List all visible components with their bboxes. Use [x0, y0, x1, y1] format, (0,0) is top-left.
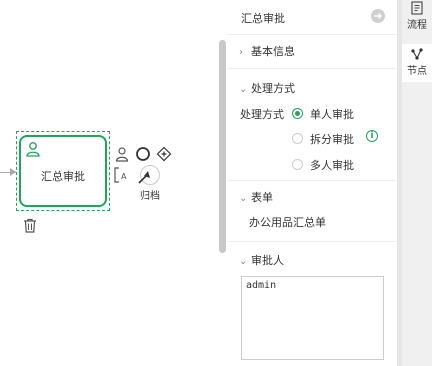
user-icon	[26, 142, 40, 157]
approver-textarea[interactable]: admin	[241, 276, 384, 360]
divider	[227, 180, 397, 181]
properties-panel: 汇总审批 › 基本信息 ⌄ 处理方式 处理方式 单人审批 拆分审批 i 多人审批 ⌄…	[227, 0, 397, 366]
section-form[interactable]: ⌄ 表单	[239, 189, 273, 205]
chevron-right-icon: ›	[239, 47, 243, 58]
processing-method-label: 处理方式	[240, 108, 284, 121]
tab-node[interactable]: 节点	[402, 44, 432, 82]
chevron-down-icon: ⌄	[239, 84, 248, 95]
radio-single-approval[interactable]	[292, 108, 303, 119]
tab-process[interactable]: 流程	[402, 1, 432, 38]
section-processing-method[interactable]: ⌄ 处理方式	[239, 80, 295, 96]
radio-split-approval-label[interactable]: 拆分审批	[310, 131, 354, 147]
task-node-label: 汇总审批	[41, 170, 85, 183]
section-form-label: 表单	[251, 191, 273, 204]
archive-label: 归档	[140, 191, 160, 202]
divider	[227, 68, 397, 69]
svg-text:A: A	[121, 172, 127, 181]
form-name: 办公用品汇总单	[249, 216, 326, 229]
radio-single-approval-label[interactable]: 单人审批	[310, 106, 354, 122]
section-processing-method-label: 处理方式	[251, 82, 295, 95]
radio-multi-approval[interactable]	[292, 159, 303, 170]
section-approver-label: 审批人	[251, 254, 284, 267]
divider	[227, 241, 397, 242]
canvas-scrollbar[interactable]	[219, 40, 226, 253]
collapse-panel-button[interactable]	[371, 9, 385, 23]
radio-split-approval[interactable]	[292, 133, 303, 144]
append-user-task-icon[interactable]	[114, 146, 130, 162]
text-annotation-icon[interactable]: A	[114, 167, 130, 183]
connect-icon[interactable]	[134, 164, 162, 186]
radio-multi-approval-label[interactable]: 多人审批	[310, 157, 354, 173]
chevron-down-icon: ⌄	[239, 193, 248, 204]
trash-icon[interactable]	[23, 218, 37, 233]
node-graph-icon	[411, 48, 423, 60]
task-node-summary-approval[interactable]: 汇总审批	[19, 135, 107, 207]
panel-title: 汇总审批	[241, 12, 285, 25]
info-icon[interactable]: i	[366, 130, 378, 142]
section-approver[interactable]: ⌄ 审批人	[239, 252, 284, 268]
section-basic-info-label: 基本信息	[251, 45, 295, 58]
append-end-event-icon[interactable]	[135, 146, 151, 162]
append-gateway-icon[interactable]	[156, 146, 172, 162]
chevron-down-icon: ⌄	[239, 256, 248, 267]
arrow-right-icon	[374, 13, 382, 19]
panel-header: 汇总审批	[227, 0, 397, 35]
document-icon	[411, 1, 423, 15]
tab-node-label: 节点	[407, 66, 427, 77]
right-rail: 流程 节点	[402, 0, 432, 366]
tab-process-label: 流程	[407, 20, 427, 31]
section-basic-info[interactable]: › 基本信息	[239, 43, 295, 59]
process-canvas[interactable]: 汇总审批 A 归档	[0, 0, 227, 366]
